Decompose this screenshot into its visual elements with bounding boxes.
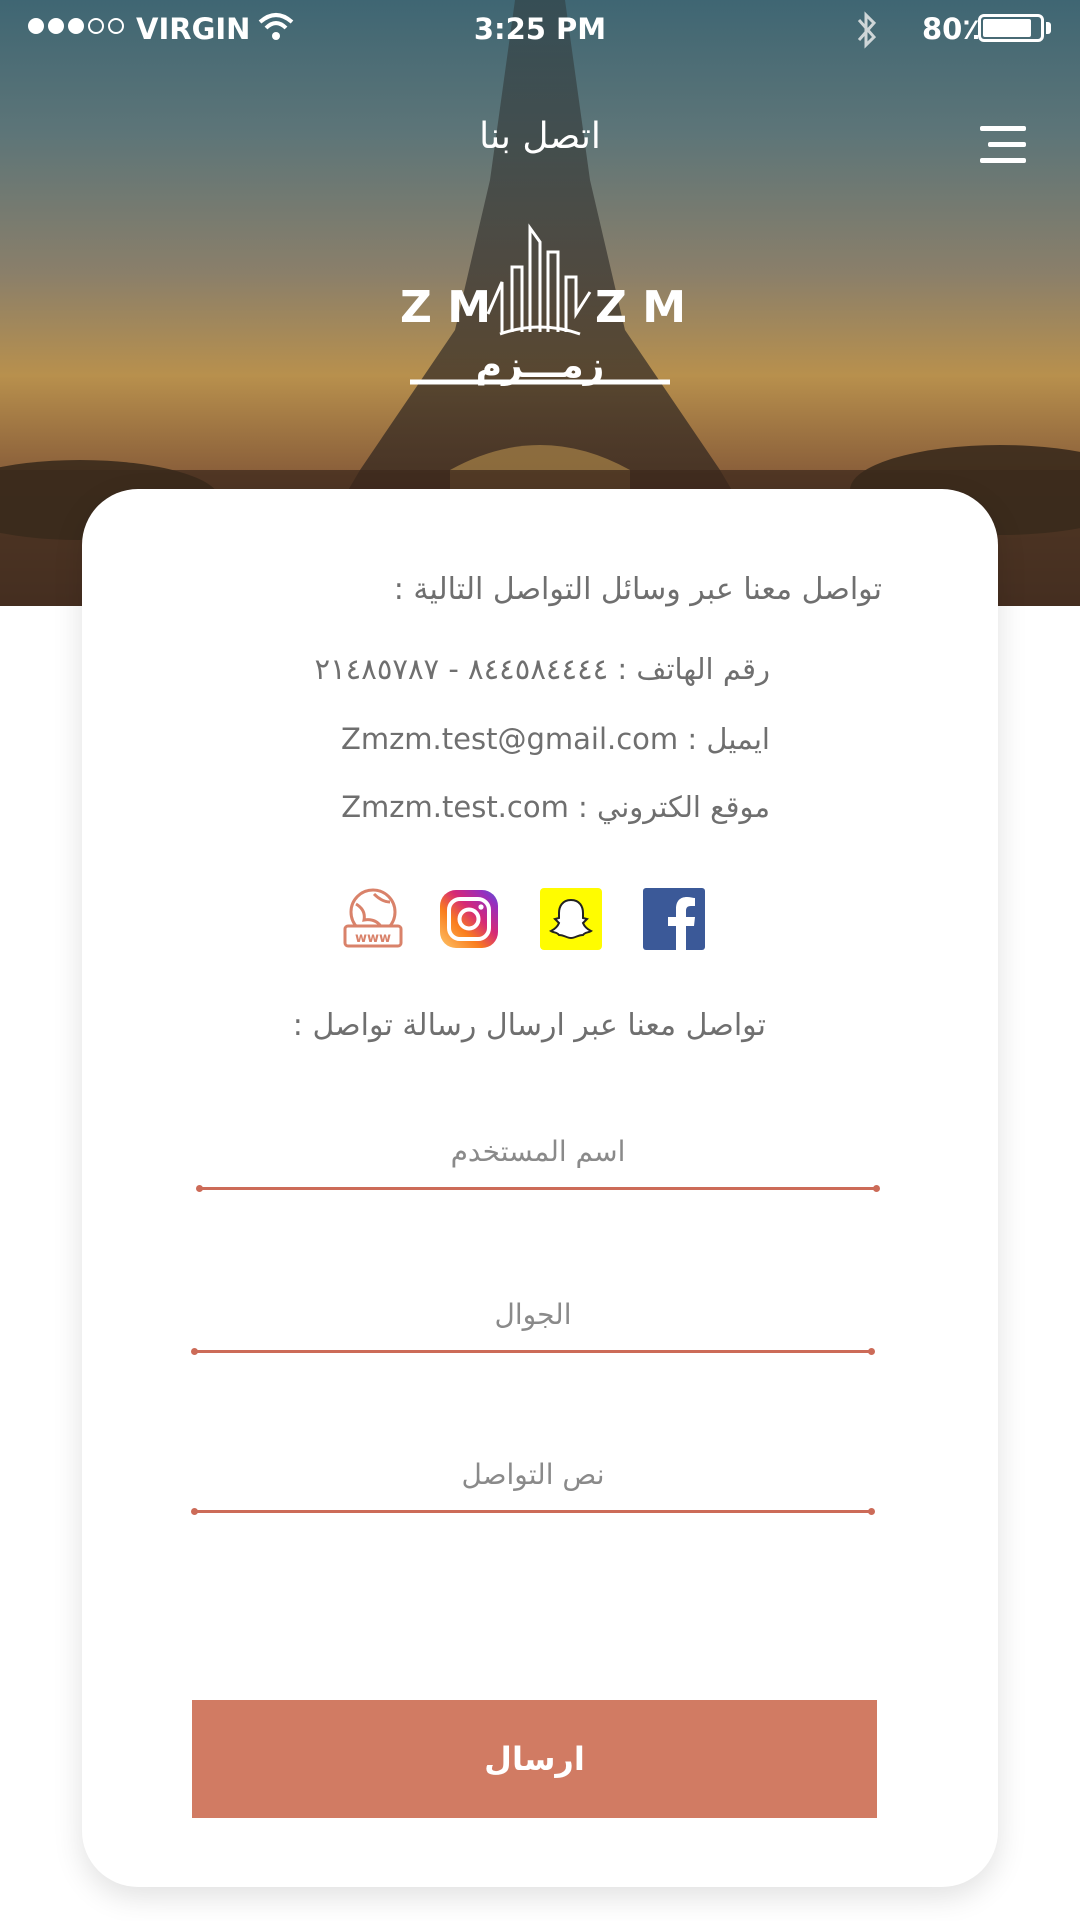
svg-text:Z M: Z M (595, 282, 686, 333)
website-text: موقع الكتروني : Zmzm.test.com (341, 790, 770, 824)
clock: 3:25 PM (473, 12, 607, 46)
username-underline (196, 1185, 880, 1192)
facebook-icon[interactable] (643, 888, 705, 950)
submit-button[interactable]: ارسال (192, 1700, 877, 1818)
message-underline (191, 1508, 875, 1515)
message-field (191, 1448, 875, 1515)
instagram-icon[interactable] (438, 888, 500, 950)
page-title: اتصل بنا (479, 116, 601, 157)
bluetooth-icon (857, 11, 877, 49)
message-input[interactable] (193, 1448, 873, 1500)
phone-text: رقم الهاتف : ٨٤٤٥٨٤٤٤٤ - ٢١٤٨٥٧٨٧ (314, 652, 770, 686)
battery-percent: 80٪ (922, 12, 981, 46)
battery-icon (978, 14, 1044, 42)
logo-arabic-text: زمـــزم (476, 345, 605, 386)
form-title: تواصل معنا عبر ارسال رسالة تواصل : (292, 1008, 766, 1043)
username-field (196, 1125, 880, 1192)
battery-cap (1046, 22, 1051, 34)
contact-intro-text: تواصل معنا عبر وسائل التواصل التالية : (393, 572, 882, 607)
mobile-input[interactable] (193, 1288, 873, 1340)
website-icon[interactable]: www (342, 888, 404, 950)
mobile-field (191, 1288, 875, 1355)
mobile-underline (191, 1348, 875, 1355)
svg-text:www: www (355, 931, 391, 946)
status-bar: VIRGIN 3:25 PM 80٪ (0, 0, 1080, 60)
username-input[interactable] (198, 1125, 878, 1177)
svg-text:Z M: Z M (400, 282, 491, 333)
hamburger-menu-icon[interactable] (972, 122, 1026, 166)
zmzm-logo: Z M Z M زمـــزم (400, 223, 686, 386)
email-text: ايميل : Zmzm.test@gmail.com (340, 722, 770, 756)
snapchat-icon[interactable] (540, 888, 602, 950)
